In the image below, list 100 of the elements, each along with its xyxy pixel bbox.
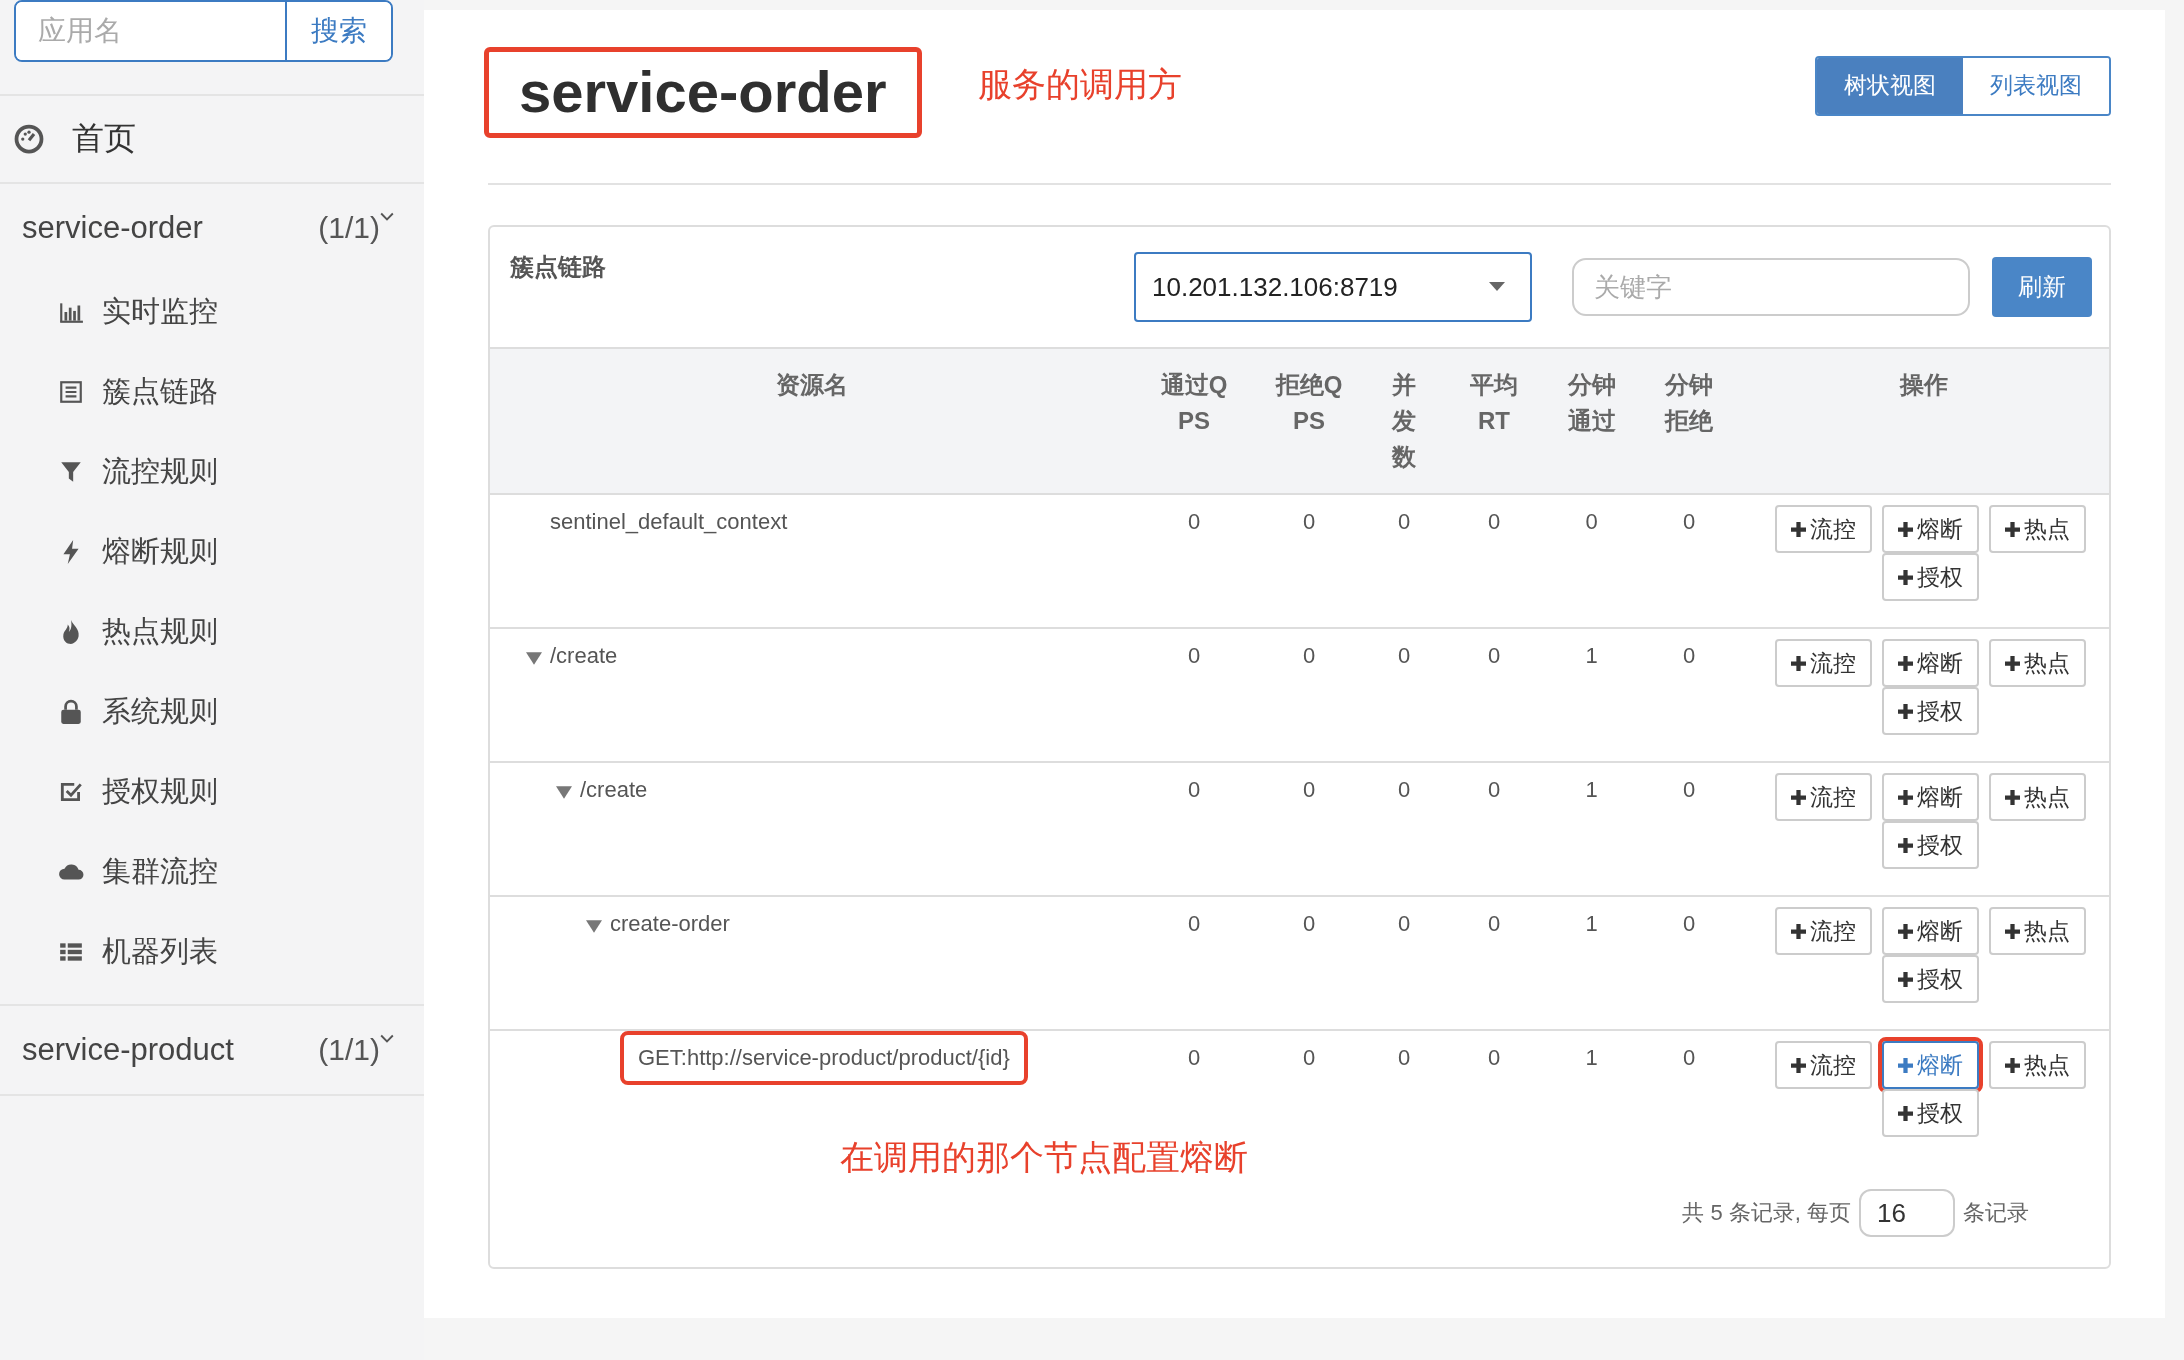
expand-triangle-icon[interactable] bbox=[586, 919, 602, 933]
table-cell: 0 bbox=[1302, 1045, 1316, 1070]
app-name[interactable]: service-product bbox=[22, 1032, 319, 1068]
add-rule-button[interactable]: 热点 bbox=[1988, 1041, 2086, 1089]
table-cell: 1 bbox=[1585, 643, 1598, 668]
plus-icon bbox=[2004, 521, 2020, 537]
add-rule-button[interactable]: 热点 bbox=[1988, 907, 2086, 955]
add-rule-button[interactable]: 流控 bbox=[1774, 907, 1872, 955]
table-cell: 0 bbox=[1302, 911, 1316, 936]
plus-icon bbox=[1897, 1057, 1913, 1073]
plus-icon bbox=[1790, 521, 1806, 537]
table-cell: 0 bbox=[1302, 643, 1316, 668]
add-rule-button[interactable]: 授权 bbox=[1881, 821, 1979, 869]
column-header: 资源名 bbox=[776, 370, 848, 400]
table-cell: 0 bbox=[1302, 509, 1316, 534]
add-rule-button[interactable]: 热点 bbox=[1988, 639, 2086, 687]
plus-icon bbox=[1897, 1105, 1913, 1121]
add-rule-button[interactable]: 流控 bbox=[1774, 1041, 1872, 1089]
add-rule-button[interactable]: 授权 bbox=[1881, 1089, 1979, 1137]
home-link[interactable]: 首页 bbox=[72, 117, 136, 161]
table-cell: 1 bbox=[1585, 1045, 1598, 1070]
plus-icon bbox=[1897, 703, 1913, 719]
page-size-input[interactable]: 16 bbox=[1859, 1189, 1955, 1237]
menu-item[interactable]: 熔断规则 bbox=[102, 532, 218, 572]
plus-icon bbox=[1897, 569, 1913, 585]
lock-icon bbox=[58, 699, 84, 725]
menu-item[interactable]: 集群流控 bbox=[102, 852, 218, 892]
add-rule-button[interactable]: 流控 bbox=[1774, 505, 1872, 553]
add-rule-button[interactable]: 流控 bbox=[1774, 639, 1872, 687]
column-header: 拒绝QPS bbox=[1274, 370, 1344, 436]
table-cell: 0 bbox=[1682, 911, 1696, 936]
resource-name: /create bbox=[580, 777, 648, 802]
app-name[interactable]: service-order bbox=[22, 210, 319, 246]
table-cell: 0 bbox=[1682, 777, 1696, 802]
menu-item[interactable]: 机器列表 bbox=[102, 932, 218, 972]
add-rule-button[interactable]: 授权 bbox=[1881, 553, 1979, 601]
menu-item[interactable]: 簇点链路 bbox=[102, 372, 218, 412]
expand-triangle-icon[interactable] bbox=[556, 785, 572, 799]
table-cell: 0 bbox=[1487, 643, 1501, 668]
table-cell: 0 bbox=[1682, 1045, 1696, 1070]
table-cell: 0 bbox=[1397, 509, 1411, 534]
column-header: 分钟通过 bbox=[1566, 370, 1617, 436]
add-rule-button[interactable]: 热点 bbox=[1988, 505, 2086, 553]
add-rule-button[interactable]: 授权 bbox=[1881, 955, 1979, 1003]
column-header: 通过QPS bbox=[1159, 370, 1229, 436]
plus-icon bbox=[1790, 1057, 1806, 1073]
add-rule-button[interactable]: 熔断 bbox=[1881, 907, 1979, 955]
add-rule-button[interactable]: 授权 bbox=[1881, 687, 1979, 735]
caret-icon[interactable] bbox=[1488, 282, 1506, 292]
plus-icon bbox=[2004, 789, 2020, 805]
plus-icon bbox=[1897, 521, 1913, 537]
menu-item[interactable]: 系统规则 bbox=[102, 692, 218, 732]
add-rule-button[interactable]: 流控 bbox=[1774, 773, 1872, 821]
plus-icon bbox=[2004, 655, 2020, 671]
refresh-button[interactable]: 刷新 bbox=[1992, 257, 2092, 317]
page-title: service-order bbox=[519, 59, 887, 124]
annotation-text: 在调用的那个节点配置熔断 bbox=[840, 1138, 1248, 1176]
menu-item[interactable]: 热点规则 bbox=[102, 612, 218, 652]
resource-name: sentinel_default_context bbox=[550, 509, 788, 534]
page-size-label: 条记录 bbox=[1963, 1199, 2029, 1227]
chevron-icon[interactable] bbox=[380, 1034, 394, 1044]
view-toggle[interactable]: 树状视图 bbox=[1817, 57, 1963, 114]
table-cell: 0 bbox=[1187, 509, 1201, 534]
table-cell: 0 bbox=[1187, 643, 1201, 668]
menu-item[interactable]: 实时监控 bbox=[102, 292, 218, 332]
machine-select[interactable]: 10.201.132.106:8719 bbox=[1134, 252, 1532, 322]
app-search-field[interactable]: 应用名 搜索 bbox=[14, 0, 393, 62]
table-cell: 0 bbox=[1585, 509, 1598, 534]
column-header: 分钟拒绝 bbox=[1664, 370, 1714, 436]
table-cell: 0 bbox=[1397, 911, 1411, 936]
plus-icon bbox=[1790, 923, 1806, 939]
annotation-text: 服务的调用方 bbox=[977, 64, 1183, 105]
menu-item[interactable]: 授权规则 bbox=[102, 772, 218, 812]
column-header: 并发数 bbox=[1391, 370, 1417, 472]
table-cell: 0 bbox=[1187, 911, 1201, 936]
search-button[interactable]: 搜索 bbox=[285, 2, 391, 60]
app-count: (1/1) bbox=[318, 211, 380, 245]
table-cell: 0 bbox=[1302, 777, 1316, 802]
plus-icon bbox=[2004, 923, 2020, 939]
expand-triangle-icon[interactable] bbox=[526, 651, 542, 665]
record-count: 共 5 条记录, 每页 bbox=[1682, 1199, 1851, 1227]
plus-icon bbox=[1790, 655, 1806, 671]
table-cell: 0 bbox=[1487, 509, 1501, 534]
table-cell: 0 bbox=[1187, 777, 1201, 802]
keyword-input[interactable]: 关键字 bbox=[1572, 258, 1970, 316]
add-rule-button[interactable]: 熔断 bbox=[1881, 639, 1979, 687]
column-header: 操作 bbox=[1900, 370, 1948, 400]
add-rule-button[interactable]: 熔断 bbox=[1881, 505, 1979, 553]
add-rule-button[interactable]: 熔断 bbox=[1881, 1041, 1979, 1089]
column-header: 平均RT bbox=[1469, 370, 1519, 436]
add-rule-button[interactable]: 熔断 bbox=[1881, 773, 1979, 821]
add-rule-button[interactable]: 热点 bbox=[1988, 773, 2086, 821]
chevron-icon[interactable] bbox=[380, 212, 394, 222]
table-cell: 0 bbox=[1397, 1045, 1411, 1070]
table-cell: 0 bbox=[1487, 777, 1501, 802]
table-cell: 1 bbox=[1585, 911, 1598, 936]
table-cell: 0 bbox=[1397, 777, 1411, 802]
plus-icon bbox=[1897, 655, 1913, 671]
app-count: (1/1) bbox=[318, 1033, 380, 1067]
menu-item[interactable]: 流控规则 bbox=[102, 452, 218, 492]
